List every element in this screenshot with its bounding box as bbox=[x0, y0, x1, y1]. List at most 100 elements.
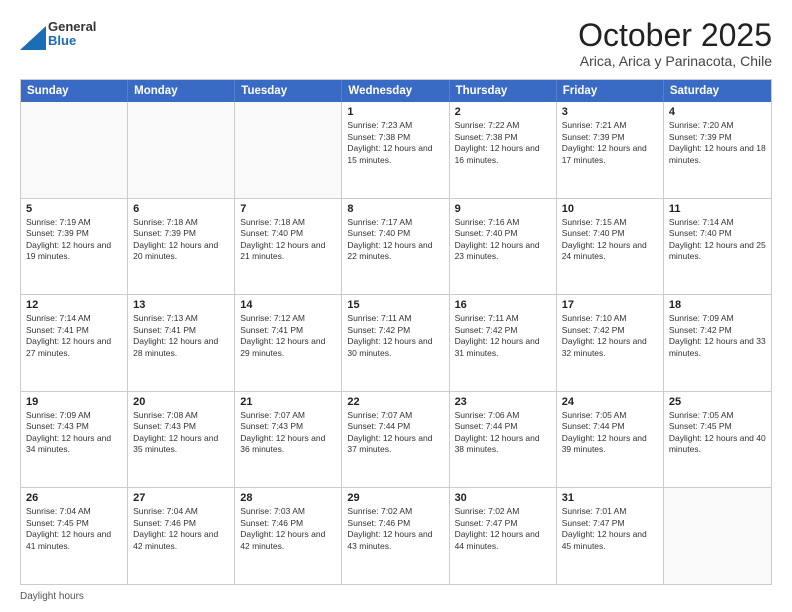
calendar-cell: 18Sunrise: 7:09 AM Sunset: 7:42 PM Dayli… bbox=[664, 295, 771, 391]
calendar-cell: 16Sunrise: 7:11 AM Sunset: 7:42 PM Dayli… bbox=[450, 295, 557, 391]
logo: GeneralBlue bbox=[20, 18, 96, 50]
cell-info: Sunrise: 7:03 AM Sunset: 7:46 PM Dayligh… bbox=[240, 506, 336, 552]
day-number: 7 bbox=[240, 203, 336, 215]
logo-general-text: General bbox=[48, 20, 96, 34]
calendar-header-cell: Friday bbox=[557, 80, 664, 102]
calendar-cell: 9 Sunrise: 7:16 AM Sunset: 7:40 PM Daylig… bbox=[450, 199, 557, 295]
day-number: 13 bbox=[133, 299, 229, 311]
calendar: SundayMondayTuesdayWednesdayThursdayFrid… bbox=[20, 79, 772, 585]
day-number: 16 bbox=[455, 299, 551, 311]
cell-info: Sunrise: 7:18 AM Sunset: 7:39 PM Dayligh… bbox=[133, 217, 229, 263]
month-title: October 2025 bbox=[578, 18, 772, 53]
cell-info: Sunrise: 7:19 AM Sunset: 7:39 PM Dayligh… bbox=[26, 217, 122, 263]
calendar-cell: 10Sunrise: 7:15 AM Sunset: 7:40 PM Dayli… bbox=[557, 199, 664, 295]
cell-info: Sunrise: 7:20 AM Sunset: 7:39 PM Dayligh… bbox=[669, 120, 766, 166]
calendar-cell: 26Sunrise: 7:04 AM Sunset: 7:45 PM Dayli… bbox=[21, 488, 128, 584]
day-number: 17 bbox=[562, 299, 658, 311]
calendar-cell: 17 Sunrise: 7:10 AM Sunset: 7:42 PM Dayli… bbox=[557, 295, 664, 391]
day-number: 23 bbox=[455, 396, 551, 408]
cell-info: Sunrise: 7:09 AM Sunset: 7:42 PM Dayligh… bbox=[669, 313, 766, 359]
calendar-row: 26Sunrise: 7:04 AM Sunset: 7:45 PM Dayli… bbox=[21, 488, 771, 584]
cell-info: Sunrise: 7:14 AM Sunset: 7:41 PM Dayligh… bbox=[26, 313, 122, 359]
logo-triangle-icon bbox=[20, 18, 46, 50]
cell-info: Sunrise: 7:01 AM Sunset: 7:47 PM Dayligh… bbox=[562, 506, 658, 552]
calendar-row: 5Sunrise: 7:19 AM Sunset: 7:39 PM Daylig… bbox=[21, 199, 771, 296]
cell-info: Sunrise: 7:23 AM Sunset: 7:38 PM Dayligh… bbox=[347, 120, 443, 166]
day-number: 14 bbox=[240, 299, 336, 311]
calendar-header-cell: Saturday bbox=[664, 80, 771, 102]
calendar-header-cell: Tuesday bbox=[235, 80, 342, 102]
calendar-cell: 8 Sunrise: 7:17 AM Sunset: 7:40 PM Daylig… bbox=[342, 199, 449, 295]
page: GeneralBlue October 2025 Arica, Arica y … bbox=[0, 0, 792, 612]
calendar-row: 1 Sunrise: 7:23 AM Sunset: 7:38 PM Daylig… bbox=[21, 102, 771, 199]
cell-info: Sunrise: 7:05 AM Sunset: 7:44 PM Dayligh… bbox=[562, 410, 658, 456]
cell-info: Sunrise: 7:07 AM Sunset: 7:43 PM Dayligh… bbox=[240, 410, 336, 456]
calendar-cell bbox=[235, 102, 342, 198]
calendar-body: 1 Sunrise: 7:23 AM Sunset: 7:38 PM Daylig… bbox=[21, 102, 771, 584]
day-number: 28 bbox=[240, 492, 336, 504]
title-block: October 2025 Arica, Arica y Parinacota, … bbox=[578, 18, 772, 69]
calendar-cell bbox=[664, 488, 771, 584]
day-number: 9 bbox=[455, 203, 551, 215]
cell-info: Sunrise: 7:21 AM Sunset: 7:39 PM Dayligh… bbox=[562, 120, 658, 166]
day-number: 31 bbox=[562, 492, 658, 504]
calendar-cell: 19 Sunrise: 7:09 AM Sunset: 7:43 PM Dayli… bbox=[21, 392, 128, 488]
calendar-cell: 1 Sunrise: 7:23 AM Sunset: 7:38 PM Daylig… bbox=[342, 102, 449, 198]
day-number: 11 bbox=[669, 203, 766, 215]
day-number: 19 bbox=[26, 396, 122, 408]
day-number: 1 bbox=[347, 106, 443, 118]
day-number: 6 bbox=[133, 203, 229, 215]
day-number: 4 bbox=[669, 106, 766, 118]
calendar-cell: 11Sunrise: 7:14 AM Sunset: 7:40 PM Dayli… bbox=[664, 199, 771, 295]
day-number: 8 bbox=[347, 203, 443, 215]
cell-info: Sunrise: 7:05 AM Sunset: 7:45 PM Dayligh… bbox=[669, 410, 766, 456]
cell-info: Sunrise: 7:02 AM Sunset: 7:47 PM Dayligh… bbox=[455, 506, 551, 552]
day-number: 30 bbox=[455, 492, 551, 504]
calendar-cell: 28 Sunrise: 7:03 AM Sunset: 7:46 PM Dayli… bbox=[235, 488, 342, 584]
daylight-label: Daylight hours bbox=[20, 591, 84, 602]
day-number: 20 bbox=[133, 396, 229, 408]
cell-info: Sunrise: 7:09 AM Sunset: 7:43 PM Dayligh… bbox=[26, 410, 122, 456]
calendar-cell: 2Sunrise: 7:22 AM Sunset: 7:38 PM Daylig… bbox=[450, 102, 557, 198]
day-number: 26 bbox=[26, 492, 122, 504]
cell-info: Sunrise: 7:16 AM Sunset: 7:40 PM Dayligh… bbox=[455, 217, 551, 263]
day-number: 25 bbox=[669, 396, 766, 408]
cell-info: Sunrise: 7:13 AM Sunset: 7:41 PM Dayligh… bbox=[133, 313, 229, 359]
calendar-cell: 4 Sunrise: 7:20 AM Sunset: 7:39 PM Daylig… bbox=[664, 102, 771, 198]
calendar-cell: 22 Sunrise: 7:07 AM Sunset: 7:44 PM Dayli… bbox=[342, 392, 449, 488]
cell-info: Sunrise: 7:06 AM Sunset: 7:44 PM Dayligh… bbox=[455, 410, 551, 456]
cell-info: Sunrise: 7:08 AM Sunset: 7:43 PM Dayligh… bbox=[133, 410, 229, 456]
calendar-cell: 7Sunrise: 7:18 AM Sunset: 7:40 PM Daylig… bbox=[235, 199, 342, 295]
calendar-header-cell: Monday bbox=[128, 80, 235, 102]
calendar-row: 19 Sunrise: 7:09 AM Sunset: 7:43 PM Dayli… bbox=[21, 392, 771, 489]
calendar-cell bbox=[128, 102, 235, 198]
calendar-cell: 13 Sunrise: 7:13 AM Sunset: 7:41 PM Dayli… bbox=[128, 295, 235, 391]
day-number: 27 bbox=[133, 492, 229, 504]
day-number: 22 bbox=[347, 396, 443, 408]
subtitle: Arica, Arica y Parinacota, Chile bbox=[578, 53, 772, 69]
cell-info: Sunrise: 7:17 AM Sunset: 7:40 PM Dayligh… bbox=[347, 217, 443, 263]
cell-info: Sunrise: 7:07 AM Sunset: 7:44 PM Dayligh… bbox=[347, 410, 443, 456]
calendar-cell: 6 Sunrise: 7:18 AM Sunset: 7:39 PM Daylig… bbox=[128, 199, 235, 295]
cell-info: Sunrise: 7:15 AM Sunset: 7:40 PM Dayligh… bbox=[562, 217, 658, 263]
calendar-cell: 15Sunrise: 7:11 AM Sunset: 7:42 PM Dayli… bbox=[342, 295, 449, 391]
calendar-cell: 24 Sunrise: 7:05 AM Sunset: 7:44 PM Dayli… bbox=[557, 392, 664, 488]
footer: Daylight hours bbox=[20, 591, 772, 602]
day-number: 24 bbox=[562, 396, 658, 408]
calendar-header: SundayMondayTuesdayWednesdayThursdayFrid… bbox=[21, 80, 771, 102]
logo-blue-text: Blue bbox=[48, 34, 96, 48]
header: GeneralBlue October 2025 Arica, Arica y … bbox=[20, 18, 772, 69]
cell-info: Sunrise: 7:10 AM Sunset: 7:42 PM Dayligh… bbox=[562, 313, 658, 359]
calendar-row: 12 Sunrise: 7:14 AM Sunset: 7:41 PM Dayli… bbox=[21, 295, 771, 392]
calendar-cell bbox=[21, 102, 128, 198]
calendar-cell: 12 Sunrise: 7:14 AM Sunset: 7:41 PM Dayli… bbox=[21, 295, 128, 391]
day-number: 12 bbox=[26, 299, 122, 311]
day-number: 3 bbox=[562, 106, 658, 118]
day-number: 21 bbox=[240, 396, 336, 408]
cell-info: Sunrise: 7:04 AM Sunset: 7:46 PM Dayligh… bbox=[133, 506, 229, 552]
calendar-cell: 14Sunrise: 7:12 AM Sunset: 7:41 PM Dayli… bbox=[235, 295, 342, 391]
day-number: 29 bbox=[347, 492, 443, 504]
calendar-header-cell: Wednesday bbox=[342, 80, 449, 102]
cell-info: Sunrise: 7:22 AM Sunset: 7:38 PM Dayligh… bbox=[455, 120, 551, 166]
calendar-cell: 21 Sunrise: 7:07 AM Sunset: 7:43 PM Dayli… bbox=[235, 392, 342, 488]
